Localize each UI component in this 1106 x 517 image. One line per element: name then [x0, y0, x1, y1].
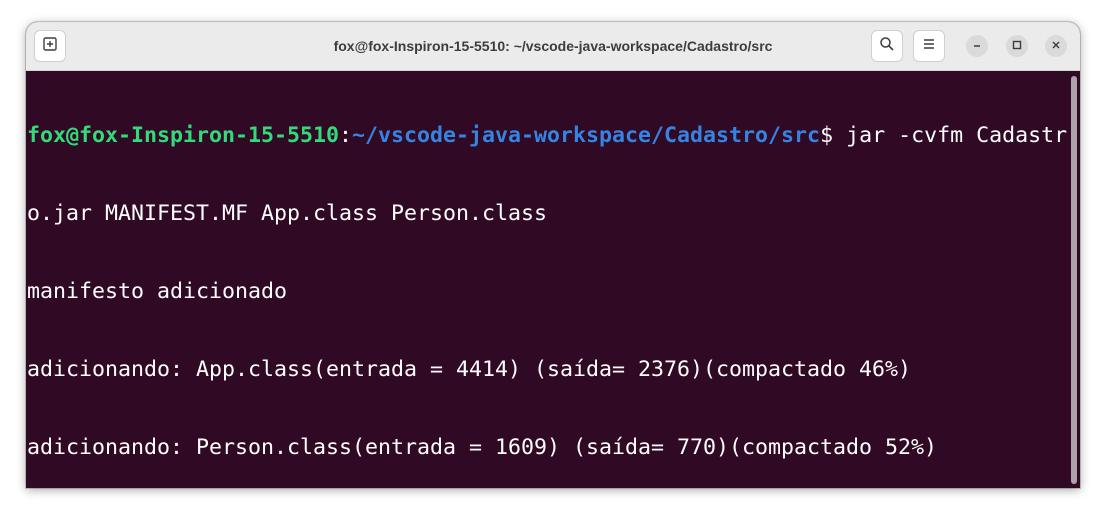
- command-line-wrap: o.jar MANIFEST.MF App.class Person.class: [27, 201, 548, 226]
- prompt-path: ~/vscode-java-workspace/Cadastro/src: [352, 123, 821, 148]
- prompt-dollar: $: [820, 123, 834, 148]
- maximize-button[interactable]: [1006, 35, 1028, 57]
- output-line: adicionando: Person.class(entrada = 1609…: [27, 435, 938, 460]
- search-icon: [879, 36, 895, 57]
- terminal-window: fox@fox-Inspiron-15-5510: ~/vscode-java-…: [26, 22, 1080, 488]
- prompt-colon: :: [339, 123, 353, 148]
- menu-button[interactable]: [913, 30, 945, 62]
- maximize-icon: [1012, 37, 1022, 55]
- minimize-button[interactable]: [966, 35, 988, 57]
- close-icon: [1051, 37, 1061, 55]
- hamburger-menu-icon: [921, 36, 937, 57]
- output-line: adicionando: App.class(entrada = 4414) (…: [27, 357, 912, 382]
- search-button[interactable]: [871, 30, 903, 62]
- close-button[interactable]: [1045, 35, 1067, 57]
- command-text: jar -cvfm Cadastr: [833, 123, 1068, 148]
- command-line: fox@fox-Inspiron-15-5510:~/vscode-java-w…: [27, 123, 1070, 149]
- output-line: manifesto adicionado: [27, 279, 288, 304]
- title-bar[interactable]: fox@fox-Inspiron-15-5510: ~/vscode-java-…: [26, 22, 1080, 71]
- minimize-icon: [972, 37, 982, 55]
- scrollbar[interactable]: [1071, 76, 1077, 484]
- prompt-user: fox@fox-Inspiron-15-5510: [27, 123, 340, 148]
- terminal-output[interactable]: fox@fox-Inspiron-15-5510:~/vscode-java-w…: [26, 71, 1070, 488]
